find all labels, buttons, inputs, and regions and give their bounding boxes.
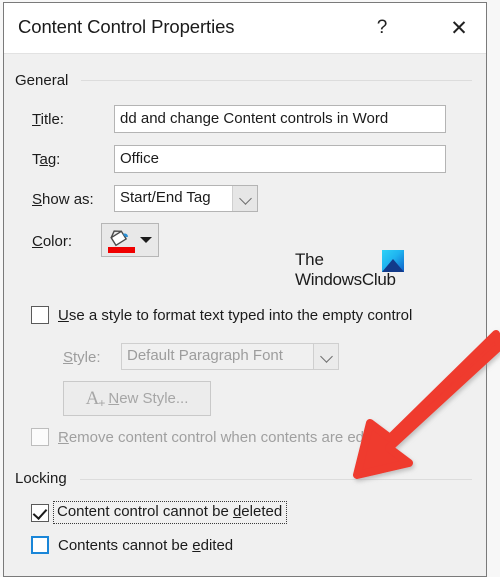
use-style-checkbox-row[interactable]: Use a style to format text typed into th… xyxy=(31,306,412,324)
dialog-title: Content Control Properties xyxy=(18,16,235,37)
cannot-delete-checkbox-row[interactable]: Content control cannot be deleted xyxy=(31,501,288,524)
style-label: Style: xyxy=(63,349,101,366)
content-control-properties-dialog: Content Control Properties ? ✕ General T… xyxy=(3,2,487,577)
style-dropdown-button[interactable] xyxy=(313,344,338,369)
cannot-delete-checkbox[interactable] xyxy=(31,503,49,522)
show-as-value: Start/End Tag xyxy=(120,189,211,206)
color-label: Color: xyxy=(32,233,73,250)
new-style-label: ew Style... xyxy=(119,389,189,407)
cannot-edit-checkbox-row[interactable]: Contents cannot be edited xyxy=(31,536,233,554)
show-as-select[interactable]: Start/End Tag xyxy=(114,185,258,212)
new-style-plus-icon: + xyxy=(98,395,106,410)
chevron-down-icon xyxy=(239,191,252,205)
locking-group-separator xyxy=(80,479,472,480)
close-button[interactable]: ✕ xyxy=(441,12,477,44)
dialog-titlebar: Content Control Properties ? ✕ xyxy=(4,3,486,54)
watermark-line-2: WindowsClub xyxy=(295,270,396,289)
checkmark-icon xyxy=(32,504,48,520)
show-as-dropdown-button[interactable] xyxy=(232,186,257,211)
remove-content-control-checkbox-row[interactable]: Remove content control when contents are… xyxy=(31,428,388,446)
tag-field-label: Tag: xyxy=(32,151,61,168)
paint-bucket-icon xyxy=(110,230,129,247)
new-style-button[interactable]: A+ New Style... xyxy=(63,381,211,416)
remove-content-control-label: Remove content control when contents are… xyxy=(58,428,389,446)
cannot-delete-label: Content control cannot be deleted xyxy=(57,503,283,520)
close-icon: ✕ xyxy=(450,16,468,40)
new-style-button-content: A+ New Style... xyxy=(64,388,210,410)
cannot-delete-focus-ring: Content control cannot be deleted xyxy=(52,501,288,524)
remove-content-control-checkbox[interactable] xyxy=(31,428,49,446)
show-as-label: Show as: xyxy=(32,191,94,208)
cannot-edit-checkbox[interactable] xyxy=(31,536,49,554)
style-value: Default Paragraph Font xyxy=(127,347,283,364)
title-input[interactable]: dd and change Content controls in Word xyxy=(114,105,446,133)
use-style-label: Use a style to format text typed into th… xyxy=(58,306,413,324)
chevron-down-icon xyxy=(320,349,333,363)
locking-group-label: Locking xyxy=(15,470,67,487)
watermark-line-1: The xyxy=(295,250,324,269)
color-swatch xyxy=(108,247,135,253)
dialog-body: General Title: dd and change Content con… xyxy=(4,54,486,576)
windowsclub-watermark: The WindowsClub xyxy=(295,250,425,296)
windowsclub-logo-icon xyxy=(382,250,404,272)
screenshot-root: Content Control Properties ? ✕ General T… xyxy=(0,0,500,577)
general-group-label: General xyxy=(15,72,69,89)
style-select[interactable]: Default Paragraph Font xyxy=(121,343,339,370)
cannot-edit-label: Contents cannot be edited xyxy=(58,536,234,554)
title-field-label: Title: xyxy=(32,111,64,128)
use-style-checkbox[interactable] xyxy=(31,306,49,324)
help-button[interactable]: ? xyxy=(364,12,400,44)
general-group-separator xyxy=(81,80,472,81)
title-field-label-rest: itle: xyxy=(40,111,64,128)
color-dropdown-arrow-icon[interactable] xyxy=(140,237,152,243)
new-style-label-accel: N xyxy=(108,389,120,407)
tag-input[interactable]: Office xyxy=(114,145,446,173)
color-picker-button[interactable] xyxy=(101,223,159,257)
